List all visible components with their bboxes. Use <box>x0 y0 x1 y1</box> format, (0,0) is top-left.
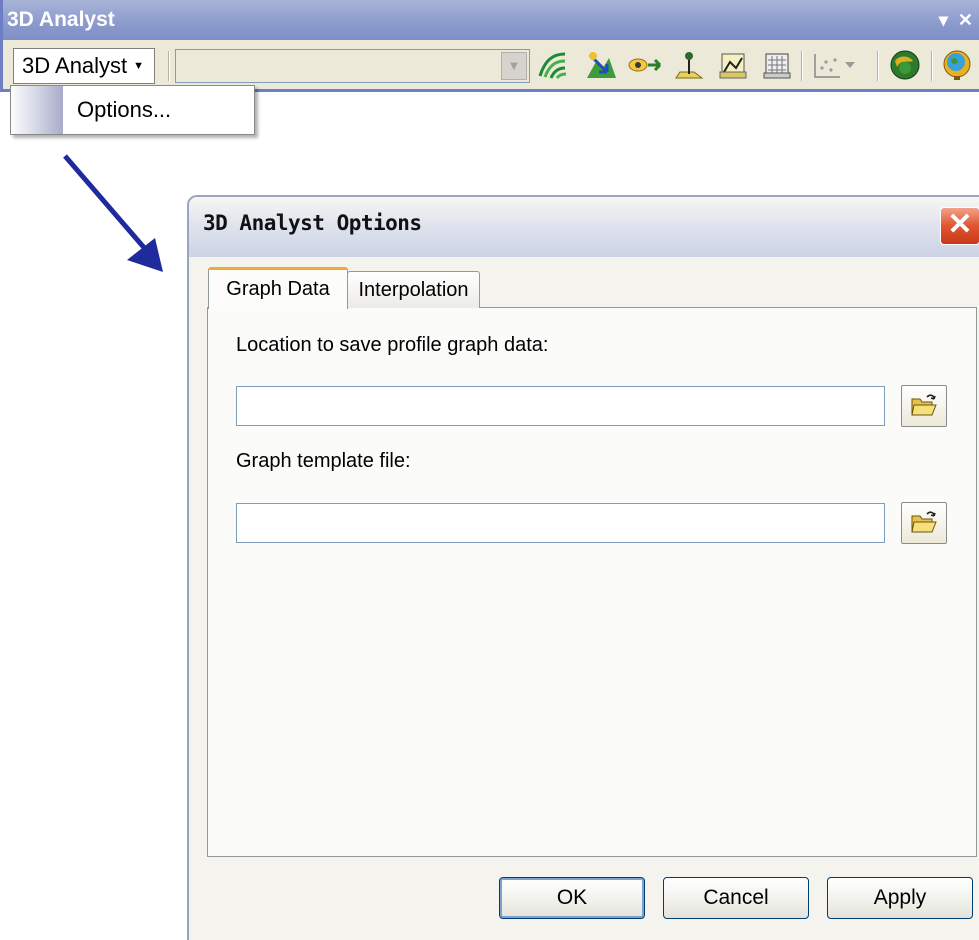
analyst-dropdown-menu: Options... <box>10 85 255 135</box>
combo-dropdown-icon[interactable]: ▼ <box>501 52 527 80</box>
menu-icon-gutter <box>11 86 63 134</box>
create-profile-graph-icon[interactable] <box>809 49 845 81</box>
tab-interpolation[interactable]: Interpolation <box>347 271 480 308</box>
analyst-menu-label: 3D Analyst <box>22 53 128 78</box>
profile-location-field[interactable] <box>236 386 885 426</box>
toolbar-titlebar[interactable]: 3D Analyst ▾ ✕ <box>3 0 979 40</box>
dialog-close-button[interactable]: ✕ <box>940 207 979 245</box>
tab-interpolation-label: Interpolation <box>358 278 469 301</box>
interpolate-line-icon[interactable] <box>715 49 751 81</box>
open-folder-icon <box>911 394 937 416</box>
interpolate-point-icon[interactable] <box>671 49 707 81</box>
toolbar-options-dropdown-icon[interactable]: ▾ <box>939 0 948 40</box>
toolbar-title-controls: ▾ ✕ <box>939 0 979 40</box>
interpolate-polygon-icon[interactable] <box>759 49 795 81</box>
open-folder-icon <box>911 511 937 533</box>
analyst-menu-button[interactable]: 3D Analyst ▼ <box>13 48 156 84</box>
dialog-title: 3D Analyst Options <box>203 211 422 235</box>
toolbar-separator <box>801 51 803 81</box>
active-layer-combo[interactable]: ▼ <box>175 49 530 83</box>
options-dialog: 3D Analyst Options ✕ Graph Data Interpol… <box>187 195 979 940</box>
steepest-path-icon[interactable] <box>583 49 619 81</box>
arcglobe-icon[interactable] <box>939 49 975 81</box>
toolbar-row: 3D Analyst ▼ ▼ <box>3 40 979 89</box>
contour-icon[interactable] <box>535 49 571 81</box>
dialog-titlebar[interactable]: 3D Analyst Options ✕ <box>189 197 979 257</box>
graph-template-field[interactable] <box>236 503 885 543</box>
line-of-sight-icon[interactable] <box>627 49 663 81</box>
profile-location-label: Location to save profile graph data: <box>236 334 549 356</box>
tab-graph-data-label: Graph Data <box>226 278 330 300</box>
toolbar-separator <box>877 51 879 81</box>
arcscene-icon[interactable] <box>887 49 923 81</box>
tab-graph-data[interactable]: Graph Data <box>208 267 348 309</box>
toolbar-title: 3D Analyst <box>7 8 115 31</box>
graph-template-browse-button[interactable] <box>901 502 947 544</box>
toolbar-close-icon[interactable]: ✕ <box>958 0 973 40</box>
graph-template-label: Graph template file: <box>236 450 411 472</box>
chevron-down-icon: ▼ <box>133 60 145 72</box>
toolbar-separator <box>931 51 933 81</box>
close-icon: ✕ <box>947 208 973 241</box>
profile-location-browse-button[interactable] <box>901 385 947 427</box>
apply-button[interactable]: Apply <box>827 877 973 919</box>
menu-item-options[interactable]: Options... <box>63 86 254 134</box>
ok-button[interactable]: OK <box>499 877 645 919</box>
toolbar-separator <box>168 51 170 81</box>
cancel-button[interactable]: Cancel <box>663 877 809 919</box>
graph-data-panel: Location to save profile graph data: Gra… <box>207 307 977 857</box>
pointer-arrow-icon <box>63 154 163 272</box>
profile-dropdown-icon[interactable] <box>841 49 859 81</box>
toolbar-window: 3D Analyst ▾ ✕ 3D Analyst ▼ ▼ <box>0 0 979 92</box>
